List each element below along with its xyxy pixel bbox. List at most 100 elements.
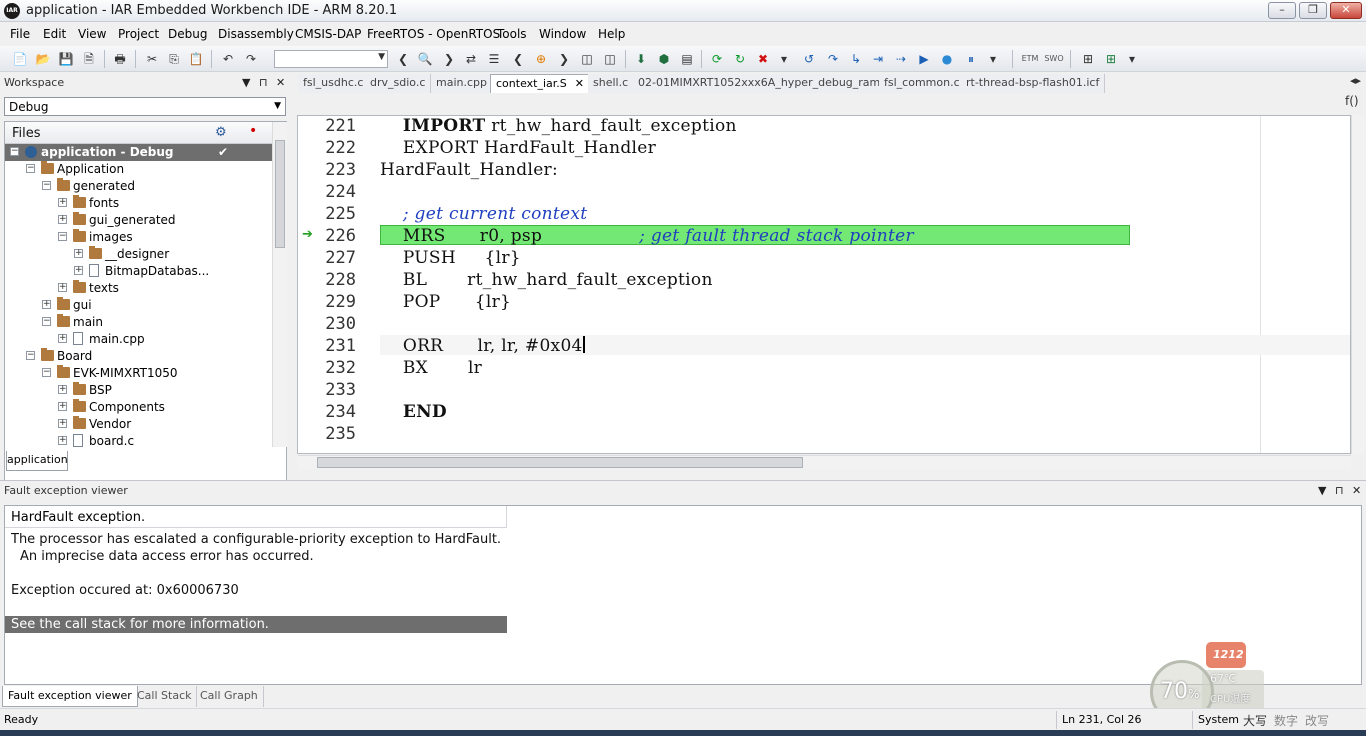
- menu-edit[interactable]: Edit: [43, 27, 66, 41]
- tree-item[interactable]: + __designer: [5, 246, 272, 263]
- menu-view[interactable]: View: [78, 27, 106, 41]
- code-editor[interactable]: ➔ 221 222 223 224 225 226 227 228 229 23…: [297, 115, 1351, 454]
- close-button[interactable]: ✕: [1330, 2, 1362, 19]
- navigate-forward-icon[interactable]: ❯: [556, 51, 572, 67]
- breakpoints-icon[interactable]: ▤: [679, 51, 695, 67]
- step-over-icon[interactable]: ↷: [825, 51, 841, 67]
- tree-scrollbar[interactable]: [272, 122, 287, 447]
- tree-item[interactable]: − main: [5, 314, 272, 331]
- collapse-icon[interactable]: −: [42, 317, 51, 326]
- step-out-icon[interactable]: ⇥: [870, 51, 886, 67]
- go-icon[interactable]: ●: [939, 51, 955, 67]
- navigate-back-icon[interactable]: ❮: [510, 51, 526, 67]
- code-vertical-scrollbar[interactable]: [1351, 115, 1365, 454]
- fault-info-row[interactable]: See the call stack for more information.: [5, 616, 507, 633]
- scrollbar-thumb[interactable]: [317, 457, 803, 468]
- expand-icon[interactable]: +: [58, 419, 67, 428]
- collapse-icon[interactable]: −: [42, 181, 51, 190]
- expand-icon[interactable]: +: [74, 266, 83, 275]
- close-icon[interactable]: ✕: [276, 76, 285, 89]
- tree-item[interactable]: − application - Debug ✔: [5, 144, 272, 161]
- tree-item[interactable]: − EVK-MIMXRT1050: [5, 365, 272, 382]
- tree-item[interactable]: + BitmapDatabas...: [5, 263, 272, 280]
- tree-item[interactable]: − Application: [5, 161, 272, 178]
- pin-icon[interactable]: ⊓: [1335, 484, 1344, 497]
- stop-debug-icon[interactable]: ✖: [755, 51, 771, 67]
- function-navigator-icon[interactable]: f(): [1345, 94, 1359, 108]
- tree-item[interactable]: − generated: [5, 178, 272, 195]
- tab-fsl-usdhc[interactable]: fsl_usdhc.c: [298, 74, 370, 93]
- layout-icon[interactable]: ⊞: [1080, 51, 1096, 67]
- tree-item[interactable]: + main.cpp: [5, 331, 272, 348]
- tab-call-stack[interactable]: Call Stack: [132, 686, 198, 707]
- tab-flash01-icf[interactable]: rt-thread-bsp-flash01.icf: [961, 74, 1106, 93]
- break-icon[interactable]: ⏸: [963, 51, 979, 67]
- go-to-icon[interactable]: ☰: [486, 51, 502, 67]
- tab-fsl-common[interactable]: fsl_common.c: [879, 74, 966, 93]
- menu-debug[interactable]: Debug: [168, 27, 207, 41]
- download-icon[interactable]: ⬇: [633, 51, 649, 67]
- tab-scroll-right-icon[interactable]: ◂▸: [1350, 74, 1361, 87]
- replace-icon[interactable]: ⇄: [463, 51, 479, 67]
- tab-fault-exception-viewer[interactable]: Fault exception viewer: [2, 686, 138, 707]
- previous-bookmark-icon[interactable]: ◫: [579, 51, 595, 67]
- etm-icon[interactable]: ETM: [1020, 51, 1040, 67]
- reset-icon[interactable]: ↺: [801, 51, 817, 67]
- bookmark-icon[interactable]: ⊕: [533, 51, 549, 67]
- collapse-icon[interactable]: −: [42, 368, 51, 377]
- tree-item[interactable]: + texts: [5, 280, 272, 297]
- collapse-icon[interactable]: −: [10, 147, 19, 156]
- tree-item[interactable]: + Vendor: [5, 416, 272, 433]
- menu-freertos[interactable]: FreeRTOS - OpenRTOS: [367, 27, 500, 41]
- expand-icon[interactable]: +: [58, 283, 67, 292]
- collapse-icon[interactable]: −: [58, 232, 67, 241]
- panel-menu-icon[interactable]: ▼: [242, 76, 250, 89]
- toolbar-overflow-icon[interactable]: ▾: [985, 51, 1001, 67]
- tree-item[interactable]: + gui: [5, 297, 272, 314]
- step-into-icon[interactable]: ↳: [848, 51, 864, 67]
- expand-icon[interactable]: +: [58, 385, 67, 394]
- minimize-button[interactable]: –: [1268, 2, 1296, 19]
- find-previous-icon[interactable]: ❮: [395, 51, 411, 67]
- toolbar-overflow-icon[interactable]: ▾: [776, 51, 792, 67]
- save-icon[interactable]: 💾: [58, 51, 74, 67]
- next-statement-icon[interactable]: ⇢: [893, 51, 909, 67]
- menu-project[interactable]: Project: [118, 27, 159, 41]
- run-to-cursor-icon[interactable]: ▶: [916, 51, 932, 67]
- make-icon[interactable]: ⟳: [709, 51, 725, 67]
- menu-tools[interactable]: Tools: [497, 27, 527, 41]
- find-combo[interactable]: ▼: [274, 50, 388, 68]
- find-next-icon[interactable]: ❯: [441, 51, 457, 67]
- configuration-select[interactable]: Debug ▼: [4, 97, 286, 116]
- copy-icon[interactable]: ⎘: [166, 51, 182, 67]
- menu-file[interactable]: File: [10, 27, 30, 41]
- layout-add-icon[interactable]: ⊞: [1103, 51, 1119, 67]
- collapse-icon[interactable]: −: [26, 351, 35, 360]
- download-debug-icon[interactable]: ⬢: [656, 51, 672, 67]
- tab-application[interactable]: application: [6, 451, 68, 471]
- menu-help[interactable]: Help: [598, 27, 625, 41]
- panel-menu-icon[interactable]: ▼: [1318, 484, 1326, 497]
- new-file-icon[interactable]: 📄: [12, 51, 28, 67]
- maximize-button[interactable]: ❐: [1299, 2, 1327, 19]
- expand-icon[interactable]: +: [58, 198, 67, 207]
- undo-icon[interactable]: ↶: [220, 51, 236, 67]
- tab-drv-sdio[interactable]: drv_sdio.c: [365, 74, 432, 93]
- pin-icon[interactable]: ⊓: [259, 76, 268, 89]
- tab-main-cpp[interactable]: main.cpp: [431, 74, 493, 93]
- tree-item[interactable]: + fonts: [5, 195, 272, 212]
- open-file-icon[interactable]: 📂: [35, 51, 51, 67]
- find-icon[interactable]: 🔍: [417, 51, 433, 67]
- expand-icon[interactable]: +: [58, 402, 67, 411]
- scrollbar-thumb[interactable]: [275, 140, 285, 248]
- print-icon[interactable]: 🖶: [112, 51, 128, 67]
- tree-item[interactable]: + BSP: [5, 382, 272, 399]
- close-tab-icon[interactable]: ✕: [575, 77, 584, 90]
- toolbar-overflow-icon[interactable]: ▾: [1124, 51, 1140, 67]
- tree-item[interactable]: − images: [5, 229, 272, 246]
- gear-icon[interactable]: ⚙: [215, 125, 227, 140]
- close-icon[interactable]: ✕: [1352, 484, 1361, 497]
- tab-context-iar[interactable]: context_iar.S ✕: [490, 74, 590, 93]
- expand-icon[interactable]: +: [58, 436, 67, 445]
- tree-item[interactable]: + gui_generated: [5, 212, 272, 229]
